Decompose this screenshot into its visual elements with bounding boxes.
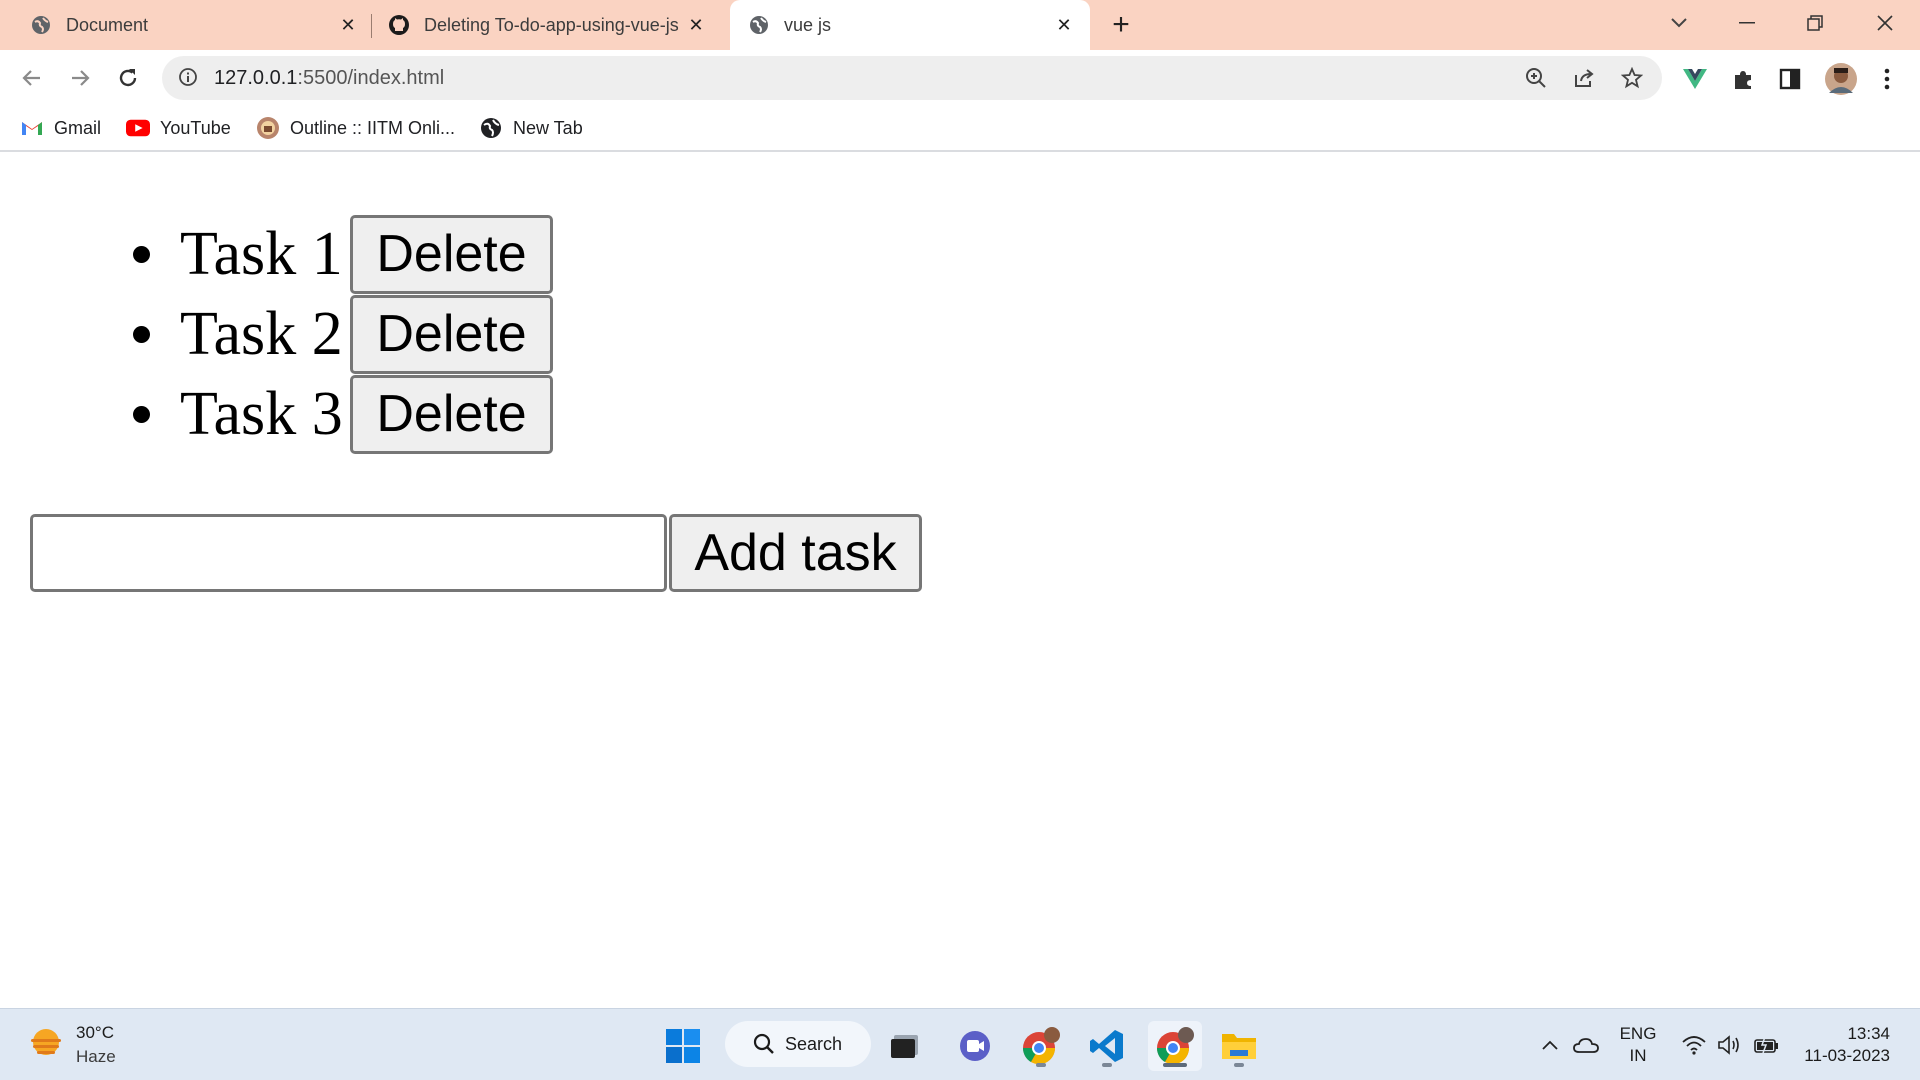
todo-item: Task 3 Delete: [133, 374, 553, 454]
start-button[interactable]: [658, 1021, 708, 1071]
github-icon: [388, 14, 410, 36]
globe-icon: [30, 14, 52, 36]
chrome-active-icon[interactable]: [1148, 1021, 1202, 1071]
running-indicator: [1036, 1063, 1046, 1067]
bookmark-outline[interactable]: Outline :: IITM Onli...: [256, 115, 455, 141]
running-indicator: [1234, 1063, 1244, 1067]
site-info-icon[interactable]: [178, 67, 200, 89]
zoom-icon[interactable]: [1524, 66, 1548, 90]
bookmark-new-tab[interactable]: New Tab: [479, 115, 583, 141]
bookmark-label: New Tab: [513, 117, 583, 138]
chrome-profile-icon[interactable]: [1016, 1021, 1066, 1071]
new-tab-button[interactable]: +: [1104, 10, 1138, 41]
restore-button[interactable]: [1790, 6, 1840, 40]
globe-icon: [479, 117, 503, 139]
vscode-icon[interactable]: [1082, 1021, 1132, 1071]
file-explorer-icon[interactable]: [1214, 1021, 1264, 1071]
tab-title: Document: [66, 14, 149, 35]
vue-devtools-icon[interactable]: [1680, 64, 1710, 94]
menu-kebab-icon[interactable]: [1872, 64, 1902, 94]
tab-github[interactable]: Deleting To-do-app-using-vue-js ✕: [388, 0, 718, 50]
weather-description: Haze: [76, 1047, 116, 1066]
task-text: Task 1: [180, 219, 343, 288]
bookmark-gmail[interactable]: Gmail: [20, 115, 101, 141]
tab-title: Deleting To-do-app-using-vue-js: [424, 14, 679, 35]
page-content: Task 1 Delete Task 2 Delete Task 3 Delet…: [0, 154, 1920, 1008]
gmail-icon: [20, 117, 44, 139]
search-label: Search: [785, 1033, 843, 1054]
bookmarks-bar: Gmail YouTube Outline :: IITM Onli... Ne…: [0, 106, 1920, 152]
volume-icon[interactable]: [1716, 1031, 1744, 1059]
bookmark-label: Gmail: [54, 117, 102, 138]
onedrive-cloud-icon[interactable]: [1572, 1031, 1600, 1059]
task-text: Task 2: [180, 299, 343, 368]
bookmark-label: Outline :: IITM Onli...: [290, 117, 456, 138]
list-bullet: [133, 406, 150, 423]
todo-item: Task 1 Delete: [133, 214, 553, 294]
minimize-button[interactable]: [1722, 6, 1772, 40]
delete-button[interactable]: Delete: [350, 214, 553, 294]
chevron-up-icon[interactable]: [1536, 1031, 1564, 1059]
input-language-indicator[interactable]: ENG IN: [1618, 1023, 1658, 1067]
weather-haze-icon[interactable]: [28, 1025, 64, 1061]
side-panel-icon[interactable]: [1775, 64, 1805, 94]
back-button[interactable]: [14, 60, 50, 96]
tab-title: vue js: [784, 14, 832, 35]
bookmark-label: YouTube: [160, 117, 231, 138]
wifi-icon[interactable]: [1680, 1031, 1708, 1059]
browser-toolbar: 127.0.0.1:5500/index.html: [0, 50, 1920, 106]
add-task-button[interactable]: Add task: [669, 514, 922, 592]
teams-chat-icon[interactable]: [950, 1021, 1000, 1071]
extensions-icon[interactable]: [1728, 64, 1758, 94]
close-tab-icon[interactable]: ✕: [1052, 13, 1076, 37]
bookmark-youtube[interactable]: YouTube: [126, 115, 231, 141]
tab-separator: [371, 14, 372, 38]
reload-button[interactable]: [110, 60, 146, 96]
taskbar-search[interactable]: Search: [725, 1021, 871, 1067]
system-clock[interactable]: 13:34 11-03-2023: [1790, 1023, 1890, 1067]
list-bullet: [133, 246, 150, 263]
close-tab-icon[interactable]: ✕: [336, 13, 360, 37]
url-text[interactable]: 127.0.0.1:5500/index.html: [214, 67, 444, 90]
battery-icon[interactable]: [1752, 1031, 1780, 1059]
taskbar: 30°C Haze Search ENG IN 13:34 11-03-2023: [0, 1008, 1920, 1080]
add-task-form: Add task: [30, 514, 922, 592]
todo-item: Task 2 Delete: [133, 294, 553, 374]
tab-document[interactable]: Document ✕: [30, 0, 360, 50]
tab-search-icon[interactable]: [1654, 6, 1704, 40]
profile-avatar[interactable]: [1824, 62, 1858, 96]
delete-button[interactable]: Delete: [350, 294, 553, 374]
delete-button[interactable]: Delete: [350, 374, 553, 454]
language-code: ENG: [1619, 1024, 1657, 1043]
running-indicator: [1102, 1063, 1112, 1067]
globe-icon: [748, 14, 770, 36]
browser-window: Document ✕ Deleting To-do-app-using-vue-…: [0, 0, 1920, 1080]
clock-date: 11-03-2023: [1804, 1046, 1890, 1065]
list-bullet: [133, 326, 150, 343]
forward-button[interactable]: [62, 60, 98, 96]
address-bar[interactable]: 127.0.0.1:5500/index.html: [162, 56, 1662, 100]
close-tab-icon[interactable]: ✕: [684, 13, 708, 37]
clock-time: 13:34: [1847, 1024, 1890, 1043]
search-icon: [753, 1033, 775, 1055]
tab-strip: Document ✕ Deleting To-do-app-using-vue-…: [0, 0, 1920, 50]
weather-temperature: 30°C: [76, 1023, 114, 1042]
task-input[interactable]: [30, 514, 667, 592]
close-window-button[interactable]: [1860, 6, 1910, 40]
todo-list: Task 1 Delete Task 2 Delete Task 3 Delet…: [133, 214, 553, 454]
running-indicator: [1163, 1063, 1187, 1067]
url-path: :5500/index.html: [297, 67, 445, 89]
youtube-icon: [126, 117, 150, 139]
region-code: IN: [1629, 1046, 1647, 1065]
task-text: Task 3: [180, 379, 343, 448]
url-host: 127.0.0.1: [214, 67, 298, 89]
task-view-icon[interactable]: [880, 1021, 930, 1071]
share-icon[interactable]: [1572, 66, 1596, 90]
outline-icon: [256, 117, 280, 139]
tab-vue-js[interactable]: vue js ✕: [730, 0, 1090, 50]
bookmark-star-icon[interactable]: [1620, 66, 1644, 90]
